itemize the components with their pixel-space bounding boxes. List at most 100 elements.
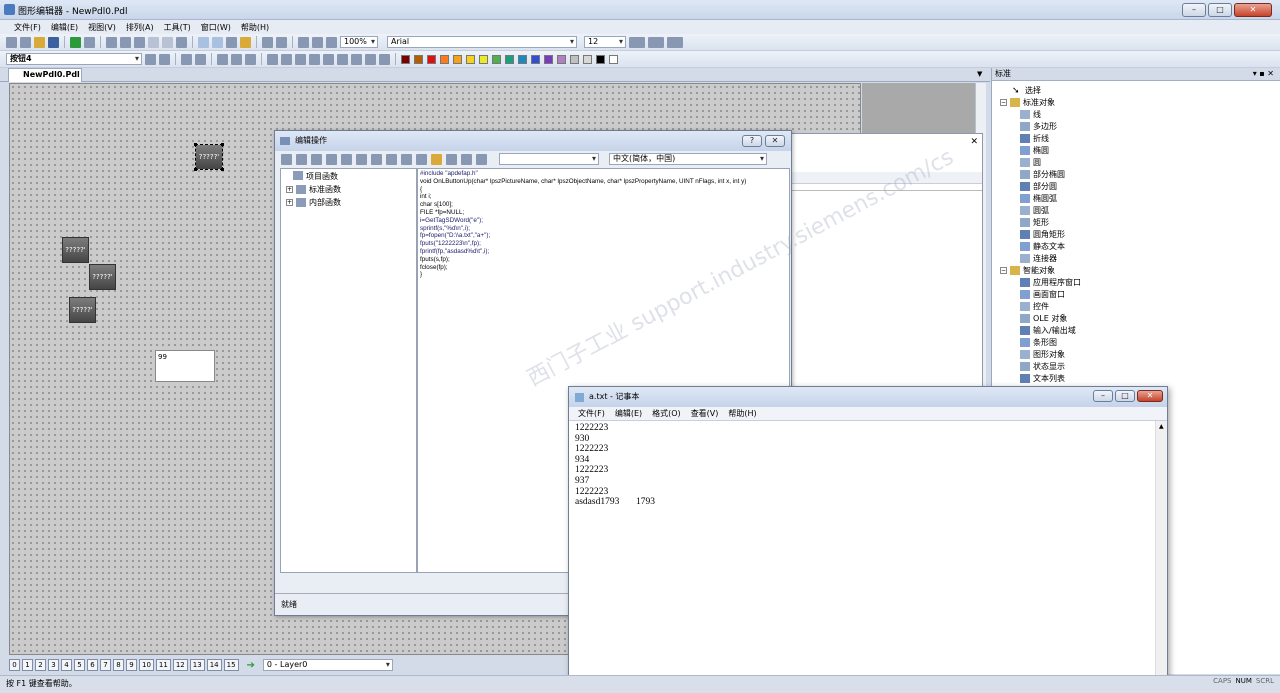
panel-controls-icon[interactable]: ▾ ▪ ✕ (1253, 68, 1274, 80)
maximize-button[interactable]: □ (1208, 3, 1232, 17)
io-field[interactable]: ?????' (62, 237, 89, 263)
tree-item-project-functions[interactable]: 项目函数 (293, 171, 338, 182)
color-swatch[interactable] (609, 54, 618, 64)
color-swatch[interactable] (427, 54, 436, 64)
menu-view[interactable]: 视图(V) (88, 22, 116, 33)
resize-handle[interactable] (221, 143, 224, 146)
resize-handle[interactable] (194, 168, 197, 171)
same-width-icon[interactable] (337, 53, 348, 65)
new-icon[interactable] (6, 36, 17, 48)
cut-icon[interactable] (311, 153, 322, 165)
text-field[interactable]: 99 (155, 350, 215, 382)
line-color-icon[interactable] (629, 36, 645, 48)
undo-icon[interactable] (386, 153, 397, 165)
align-left-icon[interactable] (217, 53, 228, 65)
tab-list-icon[interactable]: ▼ (977, 70, 982, 78)
palette-item[interactable]: 多边形 (1020, 121, 1057, 132)
palette-item[interactable]: OLE 对象 (1020, 313, 1067, 324)
layer-button[interactable]: 11 (155, 659, 171, 671)
align-top-icon[interactable] (245, 53, 256, 65)
color-swatch[interactable] (544, 54, 553, 64)
layer-button[interactable]: 5 (74, 659, 85, 671)
notepad-menu-file[interactable]: 文件(F) (578, 407, 605, 420)
ungroup-icon[interactable] (159, 53, 170, 65)
palette-item[interactable]: 椭圆 (1020, 145, 1049, 156)
font-color-icon[interactable] (667, 36, 683, 48)
notepad-menu-format[interactable]: 格式(O) (652, 407, 681, 420)
palette-item[interactable]: 折线 (1020, 133, 1049, 144)
menu-window[interactable]: 窗口(W) (201, 22, 231, 33)
color-swatch[interactable] (596, 54, 605, 64)
palette-item[interactable]: 矩形 (1020, 217, 1049, 228)
palette-item[interactable]: 静态文本 (1020, 241, 1065, 252)
io-field[interactable]: ?????' (89, 264, 116, 290)
scroll-up-icon[interactable]: ▲ (1159, 423, 1164, 430)
layer-button[interactable]: 8 (113, 659, 124, 671)
color-swatch[interactable] (479, 54, 488, 64)
palette-item[interactable]: 部分椭圆 (1020, 169, 1065, 180)
indent-icon[interactable] (356, 153, 367, 165)
compile-icon[interactable] (296, 153, 307, 165)
color-swatch[interactable] (557, 54, 566, 64)
color-swatch[interactable] (583, 54, 592, 64)
close-button[interactable]: ✕ (1137, 390, 1163, 402)
expand-icon[interactable]: + (286, 186, 293, 193)
minimize-button[interactable]: – (1093, 390, 1113, 402)
palette-item[interactable]: 状态显示 (1020, 361, 1065, 372)
color-swatch[interactable] (505, 54, 514, 64)
palette-item[interactable]: − 智能对象 (1000, 265, 1055, 276)
save-icon[interactable] (281, 153, 292, 165)
properties-icon[interactable] (262, 36, 273, 48)
palette-item[interactable]: 部分圆 (1020, 181, 1057, 192)
paste-icon[interactable] (134, 36, 145, 48)
palette-item[interactable]: 条形图 (1020, 337, 1057, 348)
close-icon[interactable]: ✕ (970, 137, 978, 147)
group-icon[interactable] (145, 53, 156, 65)
document-tab[interactable]: NewPdl0.Pdl ✕ (8, 68, 82, 91)
center-v-icon[interactable] (295, 53, 306, 65)
palette-item[interactable]: 椭圆弧 (1020, 193, 1057, 204)
palette-item[interactable]: 应用程序窗口 (1020, 277, 1081, 288)
help-button[interactable]: ? (742, 135, 762, 147)
order-icon[interactable] (379, 53, 390, 65)
palette-item[interactable]: 输入/输出域 (1020, 325, 1076, 336)
notepad-scrollbar[interactable]: ▲ (1155, 421, 1167, 693)
copy-icon[interactable] (326, 153, 337, 165)
dynamic-icon[interactable] (195, 53, 206, 65)
color-swatch[interactable] (401, 54, 410, 64)
distribute-v-icon[interactable] (323, 53, 334, 65)
palette-item[interactable]: 文本列表 (1020, 373, 1065, 384)
menu-file[interactable]: 文件(F) (14, 22, 41, 33)
format-icon[interactable] (176, 36, 187, 48)
align-bottom-icon[interactable] (267, 53, 278, 65)
cut-icon[interactable] (106, 36, 117, 48)
layer-button[interactable]: 1 (22, 659, 33, 671)
palette-item[interactable]: 连接器 (1020, 253, 1057, 264)
palette-item[interactable]: 圆弧 (1020, 205, 1049, 216)
export-icon[interactable] (476, 153, 487, 165)
resize-handle[interactable] (221, 168, 224, 171)
align-right-icon[interactable] (231, 53, 242, 65)
run-icon[interactable] (70, 36, 81, 48)
palette-item[interactable]: 控件 (1020, 301, 1049, 312)
notepad-menu-help[interactable]: 帮助(H) (728, 407, 756, 420)
layer-button[interactable]: 14 (206, 659, 222, 671)
layer-button[interactable]: 7 (100, 659, 111, 671)
object-icon[interactable] (431, 153, 442, 165)
object-select[interactable]: 按钮4 (6, 53, 142, 65)
collapse-icon[interactable]: − (1000, 267, 1007, 274)
redo-icon[interactable] (162, 36, 173, 48)
palette-item[interactable]: − 标准对象 (1000, 97, 1055, 108)
layer-button[interactable]: 0 (9, 659, 20, 671)
palette-item[interactable]: 图形对象 (1020, 349, 1065, 360)
color-swatch[interactable] (492, 54, 501, 64)
zoom-fit-icon[interactable] (326, 36, 337, 48)
layer-button[interactable]: 13 (189, 659, 205, 671)
layer-button[interactable]: 4 (61, 659, 72, 671)
palette-item[interactable]: 圆 (1020, 157, 1041, 168)
io-field[interactable]: ?????' (196, 145, 222, 169)
palette-item[interactable]: 画面窗口 (1020, 289, 1065, 300)
close-button[interactable]: ✕ (1234, 3, 1272, 17)
notepad-menu-view[interactable]: 查看(V) (691, 407, 719, 420)
color-swatch[interactable] (414, 54, 423, 64)
